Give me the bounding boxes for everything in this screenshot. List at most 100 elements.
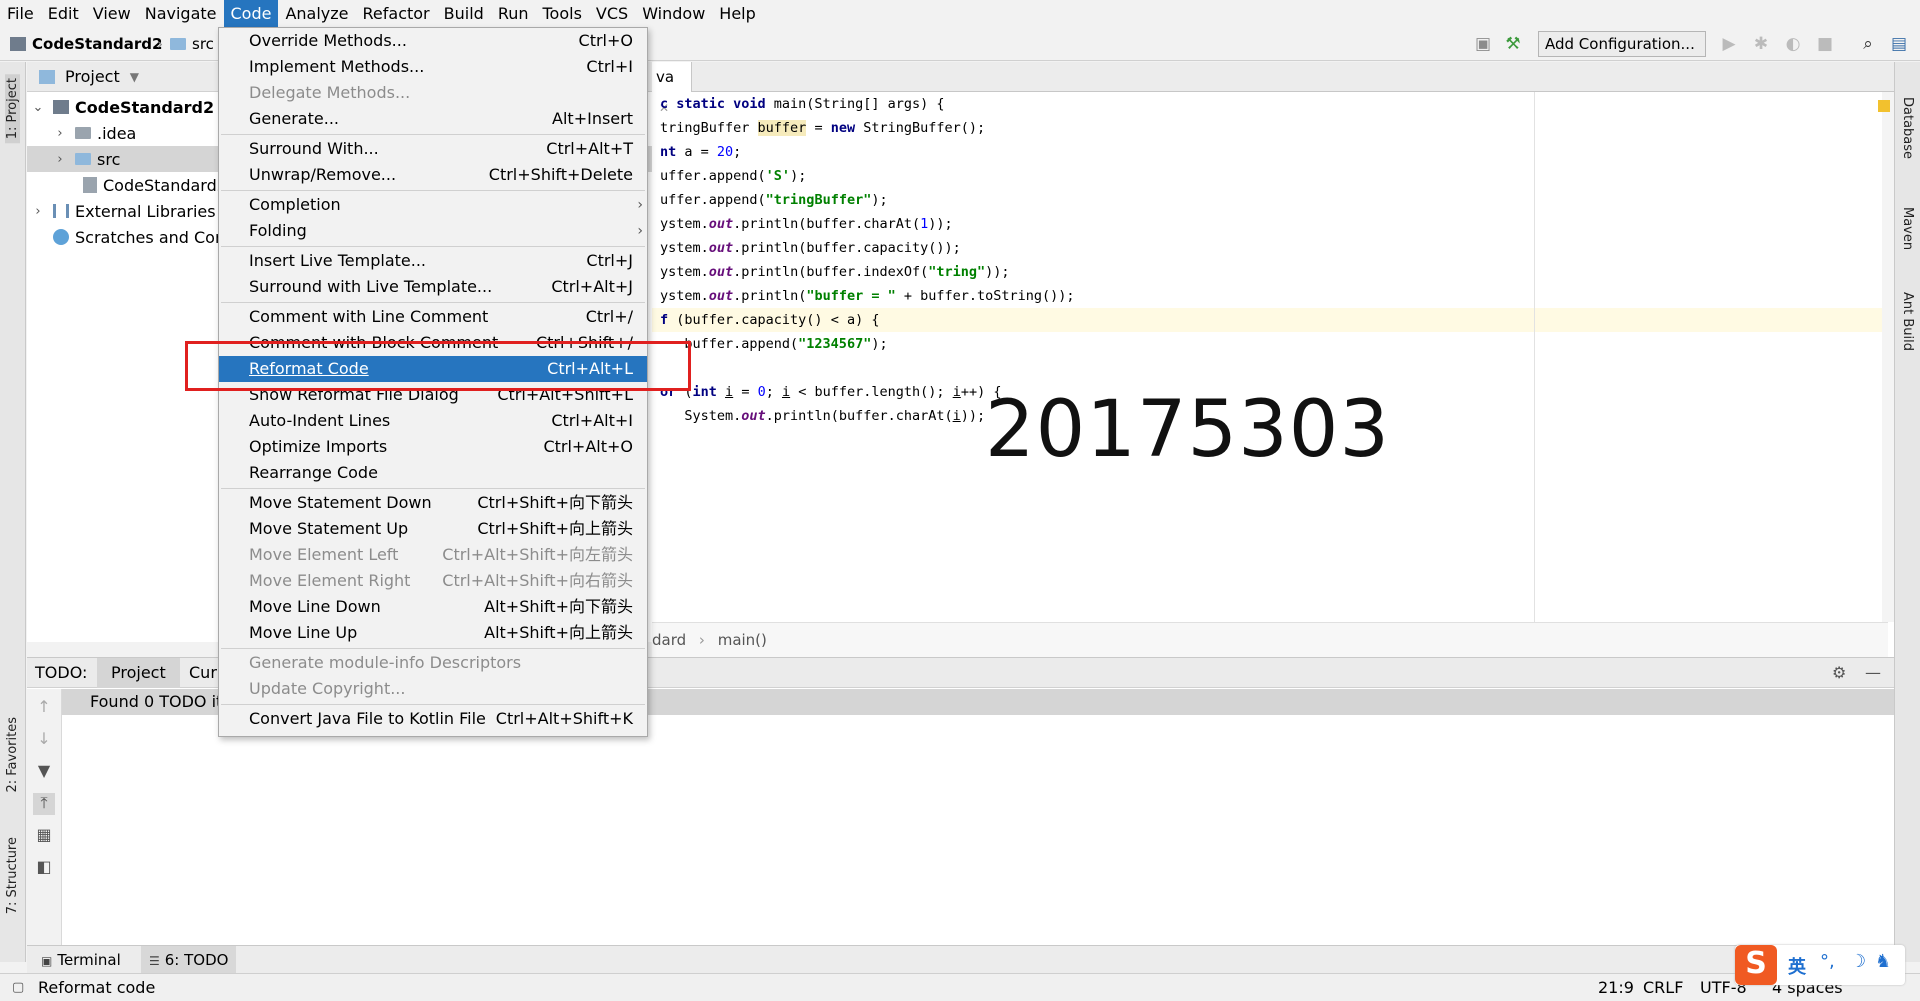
menu-item-implement-methods[interactable]: Implement Methods... Ctrl+I — [219, 54, 647, 80]
terminal-icon: ▣ — [41, 954, 53, 968]
menu-item-move-line-up[interactable]: Move Line Up Alt+Shift+向上箭头 — [219, 620, 647, 646]
todo-tab[interactable]: ☰ 6: TODO — [141, 946, 237, 974]
menu-item-insert-live-template[interactable]: Insert Live Template... Ctrl+J — [219, 248, 647, 274]
structure-tool-tab[interactable]: 7: Structure — [5, 837, 20, 914]
menu-vcs[interactable]: VCS — [589, 0, 635, 27]
breadcrumb-project[interactable]: CodeStandard2 — [10, 27, 162, 61]
code-line: ystem.out.println(buffer.charAt(1)); — [660, 216, 953, 232]
menu-view[interactable]: View — [86, 0, 138, 27]
breadcrumb-method[interactable]: main() — [718, 631, 767, 649]
menu-item-line-comment[interactable]: Comment with Line Comment Ctrl+/ — [219, 304, 647, 330]
moon-icon[interactable]: ☽ — [1850, 951, 1866, 972]
warning-marker-icon[interactable] — [1878, 100, 1890, 112]
folder-icon — [170, 38, 186, 50]
menu-item-unwrap-remove[interactable]: Unwrap/Remove... Ctrl+Shift+Delete — [219, 162, 647, 188]
todo-tab-project[interactable]: Project — [97, 658, 180, 688]
code-line: f (buffer.capacity() < a) { — [652, 308, 1888, 332]
status-bar: ▢ Reformat code 21:9 CRLF UTF-8 4 spaces — [0, 973, 1920, 1001]
menu-item-update-copyright: Update Copyright... — [249, 679, 406, 698]
todo-toolbar: ↑ ↓ ▼ ⤒ ▦ ◧ — [27, 689, 62, 946]
preview-icon[interactable]: ◧ — [33, 857, 55, 879]
menu-item-completion[interactable]: Completion › — [219, 192, 647, 218]
menu-item-surround-live-template[interactable]: Surround with Live Template... Ctrl+Alt+J — [219, 274, 647, 300]
menu-window[interactable]: Window — [635, 0, 712, 27]
menu-item-move-element-right: Move Element Right Ctrl+Alt+Shift+向右箭头 — [249, 571, 633, 590]
menu-bar: File Edit View Navigate Code Analyze Ref… — [0, 0, 1920, 27]
status-message: Reformat code — [38, 978, 156, 997]
project-structure-icon[interactable]: ▤ — [1886, 31, 1912, 57]
punctuation-icon[interactable]: °, — [1820, 951, 1835, 972]
menu-run[interactable]: Run — [491, 0, 536, 27]
menu-analyze[interactable]: Analyze — [278, 0, 355, 27]
code-line: tringBuffer buffer = new StringBuffer(); — [660, 120, 986, 136]
terminal-run-icon[interactable]: ▣ — [1470, 31, 1496, 57]
terminal-tab[interactable]: ▣ Terminal — [33, 946, 129, 974]
menu-tools[interactable]: Tools — [536, 0, 589, 27]
menu-item-generate[interactable]: Generate... Alt+Insert — [219, 106, 647, 132]
build-hammer-icon[interactable]: ⚒ — [1500, 31, 1526, 57]
ant-build-tool-tab[interactable]: Ant Build — [1900, 292, 1915, 351]
menu-item-auto-indent[interactable]: Auto-Indent Lines Ctrl+Alt+I — [219, 408, 647, 434]
favorites-tool-tab[interactable]: 2: Favorites — [5, 717, 20, 793]
menu-item-surround-with[interactable]: Surround With... Ctrl+Alt+T — [219, 136, 647, 162]
menu-item-rearrange-code[interactable]: Rearrange Code — [219, 460, 647, 486]
sogou-logo-icon: S — [1735, 945, 1777, 985]
maven-tool-tab[interactable]: Maven — [1900, 207, 1915, 250]
arrow-up-icon[interactable]: ↑ — [33, 697, 55, 719]
menu-item-override-methods[interactable]: Override Methods... Ctrl+O — [219, 28, 647, 54]
search-icon[interactable]: ⌕ — [1855, 31, 1881, 57]
arrow-down-icon[interactable]: ↓ — [33, 729, 55, 751]
caret-position[interactable]: 21:9 — [1598, 974, 1634, 1001]
menu-navigate[interactable]: Navigate — [138, 0, 224, 27]
project-tool-tab[interactable]: 1: Project — [5, 74, 20, 144]
minimize-icon[interactable]: — — [1865, 658, 1881, 688]
menu-item-optimize-imports[interactable]: Optimize Imports Ctrl+Alt+O — [219, 434, 647, 460]
bottom-tool-tabs: ▣ Terminal ☰ 6: TODO — [27, 945, 1894, 974]
collapse-arrow-icon[interactable]: › — [53, 126, 67, 141]
menu-help[interactable]: Help — [712, 0, 762, 27]
menu-edit[interactable]: Edit — [41, 0, 86, 27]
menu-item-move-statement-down[interactable]: Move Statement Down Ctrl+Shift+向下箭头 — [219, 490, 647, 516]
menu-item-convert-to-kotlin[interactable]: Convert Java File to Kotlin File Ctrl+Alt… — [219, 706, 647, 732]
stop-icon[interactable]: ■ — [1812, 31, 1838, 57]
breadcrumb-class[interactable]: dard — [652, 631, 686, 649]
filter-icon[interactable]: ▼ — [33, 761, 55, 783]
project-view-selector[interactable]: Project — [65, 67, 120, 86]
code-lines[interactable]: c static void main(String[] args) { trin… — [652, 92, 1888, 428]
line-separator[interactable]: CRLF — [1643, 974, 1683, 1001]
coverage-icon[interactable]: ◐ — [1780, 31, 1806, 57]
breadcrumb-separator: › — [157, 35, 163, 53]
code-line: buffer.append("1234567"); — [660, 336, 888, 352]
menu-item-delegate-methods: Delegate Methods... — [249, 83, 411, 102]
menu-code[interactable]: Code — [223, 0, 279, 27]
add-configuration-button[interactable]: Add Configuration... — [1538, 31, 1706, 57]
ime-mode[interactable]: 英 — [1788, 953, 1806, 979]
editor-tab[interactable]: va ✕ — [652, 62, 692, 115]
editor-scrollbar[interactable] — [1882, 92, 1894, 622]
group-by-icon[interactable]: ▦ — [33, 825, 55, 847]
menu-item-move-element-left: Move Element Left Ctrl+Alt+Shift+向左箭头 — [249, 545, 633, 564]
autoscroll-icon[interactable]: ⤒ — [33, 793, 55, 815]
debug-icon[interactable]: ✱ — [1748, 31, 1774, 57]
collapse-arrow-icon[interactable]: › — [31, 204, 45, 219]
menu-build[interactable]: Build — [437, 0, 491, 27]
menu-file[interactable]: File — [0, 0, 41, 27]
source-folder-icon — [75, 153, 91, 165]
menu-item-move-line-down[interactable]: Move Line Down Alt+Shift+向下箭头 — [219, 594, 647, 620]
menu-item-move-statement-up[interactable]: Move Statement Up Ctrl+Shift+向上箭头 — [219, 516, 647, 542]
breadcrumb-src[interactable]: src — [170, 27, 214, 61]
file-icon — [83, 177, 97, 193]
database-tool-tab[interactable]: Database — [1900, 97, 1915, 159]
window-layout-icon[interactable]: ▢ — [12, 974, 24, 1001]
expand-arrow-icon[interactable]: ⌄ — [31, 100, 45, 115]
run-icon[interactable]: ▶ — [1716, 31, 1742, 57]
menu-item-folding[interactable]: Folding › — [219, 218, 647, 244]
code-editor[interactable]: va ✕ c static void main(String[] args) {… — [652, 62, 1894, 657]
shirt-icon[interactable]: ♞ — [1875, 951, 1891, 972]
ime-toolbar[interactable]: S 英 °, ☽ ♞ — [1735, 945, 1905, 985]
student-id-overlay: 20175303 — [985, 385, 1391, 475]
menu-refactor[interactable]: Refactor — [356, 0, 437, 27]
collapse-arrow-icon[interactable]: › — [53, 152, 67, 167]
gear-icon[interactable]: ⚙ — [1832, 658, 1846, 688]
chevron-down-icon[interactable]: ▼ — [130, 70, 139, 84]
